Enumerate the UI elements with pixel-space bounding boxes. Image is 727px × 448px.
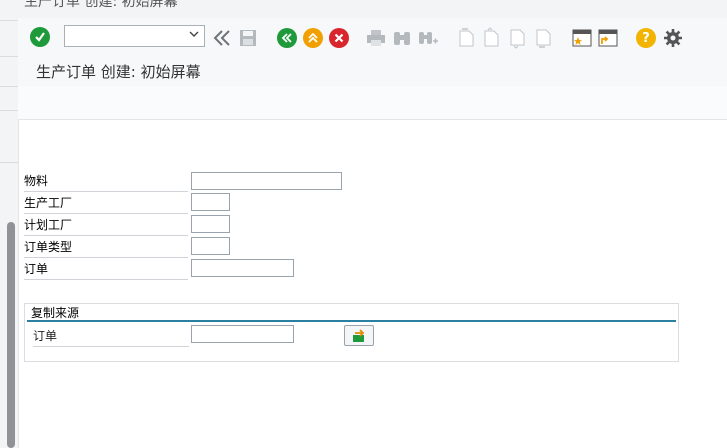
first-page-icon[interactable] <box>455 27 477 49</box>
scrollbar-thumb[interactable] <box>7 222 15 448</box>
back-icon[interactable] <box>277 28 297 48</box>
left-strip-segment <box>0 20 18 57</box>
window-title: 生产订单 创建: 初始屏幕 <box>24 0 178 10</box>
print-icon[interactable] <box>365 27 387 49</box>
material-label: 物料 <box>24 172 188 192</box>
planning-plant-label: 计划工厂 <box>24 216 188 236</box>
order-label: 订单 <box>24 260 188 280</box>
left-strip-segment <box>0 86 18 111</box>
left-strip-segment <box>0 110 18 163</box>
order-field[interactable] <box>191 259 294 277</box>
copy-from-title: 复制来源 <box>31 306 80 320</box>
copy-order-field[interactable] <box>191 325 294 343</box>
cancel-icon[interactable] <box>329 28 349 48</box>
group-divider <box>27 320 676 322</box>
enter-icon[interactable] <box>30 27 50 47</box>
page-title: 生产订单 创建: 初始屏幕 <box>36 63 201 81</box>
material-field[interactable] <box>191 172 342 190</box>
find-next-icon[interactable] <box>417 27 439 49</box>
production-plant-label: 生产工厂 <box>24 194 188 214</box>
find-icon[interactable] <box>391 27 413 49</box>
exit-icon[interactable] <box>303 28 323 48</box>
chevron-down-icon[interactable] <box>189 29 199 42</box>
back-double-icon[interactable] <box>211 27 233 49</box>
planning-plant-field[interactable] <box>191 215 230 233</box>
left-strip-segment <box>0 0 18 21</box>
save-icon[interactable] <box>237 27 259 49</box>
order-type-label: 订单类型 <box>24 238 188 258</box>
production-plant-field[interactable] <box>191 193 230 211</box>
copy-execute-button[interactable] <box>344 325 374 346</box>
help-icon[interactable]: ? <box>636 28 656 48</box>
new-session-icon[interactable] <box>571 27 593 49</box>
window-title-bar: 生产订单 创建: 初始屏幕 <box>18 0 727 19</box>
copy-from-group: 复制来源 订单 <box>24 303 679 362</box>
order-type-field[interactable] <box>191 237 230 255</box>
standard-toolbar: ? <box>18 18 727 56</box>
left-strip-segment <box>0 56 18 87</box>
last-page-icon[interactable] <box>532 27 554 49</box>
previous-page-icon[interactable] <box>480 27 502 49</box>
settings-icon[interactable] <box>662 27 684 49</box>
next-page-icon[interactable] <box>506 27 528 49</box>
copy-order-label: 订单 <box>33 327 189 347</box>
shortcut-icon[interactable] <box>597 27 619 49</box>
copy-arrow-icon <box>353 329 365 342</box>
command-field[interactable] <box>64 25 205 47</box>
application-toolbar <box>18 86 727 120</box>
page-header: 生产订单 创建: 初始屏幕 <box>18 56 727 87</box>
